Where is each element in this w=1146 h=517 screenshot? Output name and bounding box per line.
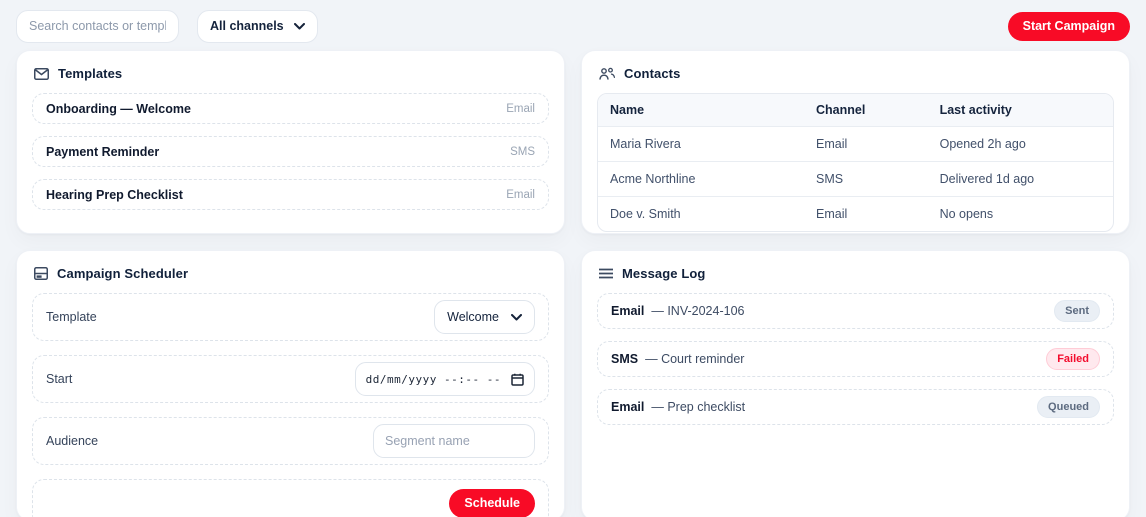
log-channel: SMS <box>611 352 638 366</box>
column-header-channel: Channel <box>804 94 928 127</box>
start-field-label: Start <box>46 372 72 386</box>
audience-field-row: Audience <box>32 417 549 465</box>
scheduler-form: Template Welcome Start dd/mm/yyyy --:-- … <box>32 293 549 517</box>
column-header-name: Name <box>598 94 804 127</box>
log-entry: Email — Prep checklist <box>611 400 745 414</box>
contact-channel: SMS <box>804 162 928 197</box>
log-channel: Email <box>611 304 644 318</box>
template-row[interactable]: Hearing Prep Checklist Email <box>32 179 549 210</box>
status-badge: Queued <box>1037 396 1100 418</box>
template-name: Onboarding — Welcome <box>46 102 191 116</box>
start-campaign-button[interactable]: Start Campaign <box>1008 12 1130 41</box>
contacts-table: Name Channel Last activity Maria Rivera … <box>597 93 1114 232</box>
scheduler-card-header: Campaign Scheduler <box>34 266 549 281</box>
templates-card-header: Templates <box>34 66 549 81</box>
users-icon <box>599 67 615 80</box>
schedule-button[interactable]: Schedule <box>449 489 535 517</box>
column-header-last-activity: Last activity <box>928 94 1113 127</box>
contacts-title: Contacts <box>624 66 680 81</box>
audience-field-label: Audience <box>46 434 98 448</box>
schedule-submit-row: Schedule <box>32 479 549 517</box>
contacts-card: Contacts Name Channel Last activity Mari… <box>581 50 1130 234</box>
template-channel: Email <box>506 189 535 201</box>
log-row[interactable]: Email — Prep checklist Queued <box>597 389 1114 425</box>
template-select[interactable]: Welcome <box>434 300 535 334</box>
table-row[interactable]: Acme Northline SMS Delivered 1d ago <box>598 162 1113 197</box>
log-row[interactable]: SMS — Court reminder Failed <box>597 341 1114 377</box>
message-log-list: Email — INV-2024-106 Sent SMS — Court re… <box>597 293 1114 425</box>
log-subject: — Court reminder <box>645 352 744 366</box>
top-bar: All channels Start Campaign <box>16 8 1130 44</box>
chevron-down-icon <box>294 19 305 33</box>
contact-last-activity: Delivered 1d ago <box>928 162 1113 197</box>
start-datetime-input[interactable]: dd/mm/yyyy --:-- -- <box>355 362 535 396</box>
contact-last-activity: No opens <box>928 197 1113 232</box>
log-subject: — INV-2024-106 <box>651 304 744 318</box>
scheduler-title: Campaign Scheduler <box>57 266 188 281</box>
contacts-table-head: Name Channel Last activity <box>598 94 1113 127</box>
log-entry: Email — INV-2024-106 <box>611 304 744 318</box>
log-subject: — Prep checklist <box>651 400 745 414</box>
templates-list: Onboarding — Welcome Email Payment Remin… <box>32 93 549 210</box>
status-badge: Sent <box>1054 300 1100 322</box>
dashboard-grid: Templates Onboarding — Welcome Email Pay… <box>16 50 1130 517</box>
template-select-value: Welcome <box>447 310 499 324</box>
log-row[interactable]: Email — INV-2024-106 Sent <box>597 293 1114 329</box>
contact-name: Maria Rivera <box>598 127 804 162</box>
start-field-row: Start dd/mm/yyyy --:-- -- <box>32 355 549 403</box>
contact-name: Acme Northline <box>598 162 804 197</box>
search-input[interactable] <box>16 10 179 43</box>
message-log-title: Message Log <box>622 266 705 281</box>
datetime-placeholder: dd/mm/yyyy --:-- -- <box>366 373 501 386</box>
campaign-scheduler-card: Campaign Scheduler Template Welcome Star… <box>16 250 565 517</box>
log-entry: SMS — Court reminder <box>611 352 744 366</box>
table-row[interactable]: Doe v. Smith Email No opens <box>598 197 1113 232</box>
contact-channel: Email <box>804 127 928 162</box>
template-name: Payment Reminder <box>46 145 159 159</box>
template-channel: SMS <box>510 146 535 158</box>
chevron-down-icon <box>511 310 522 324</box>
table-row[interactable]: Maria Rivera Email Opened 2h ago <box>598 127 1113 162</box>
channel-filter-value: All channels <box>210 19 284 33</box>
templates-title: Templates <box>58 66 122 81</box>
template-field-label: Template <box>46 310 97 324</box>
status-badge: Failed <box>1046 348 1100 370</box>
message-log-card: Message Log Email — INV-2024-106 Sent SM… <box>581 250 1130 517</box>
mail-icon <box>34 68 49 80</box>
calendar-icon[interactable] <box>511 373 524 386</box>
message-log-card-header: Message Log <box>599 266 1114 281</box>
template-field-row: Template Welcome <box>32 293 549 341</box>
contact-name: Doe v. Smith <box>598 197 804 232</box>
template-name: Hearing Prep Checklist <box>46 188 183 202</box>
rows-icon <box>34 267 48 280</box>
log-channel: Email <box>611 400 644 414</box>
contact-channel: Email <box>804 197 928 232</box>
audience-segment-input[interactable] <box>373 424 535 458</box>
channel-filter-select[interactable]: All channels <box>197 10 318 43</box>
list-icon <box>599 268 613 279</box>
template-channel: Email <box>506 103 535 115</box>
templates-card: Templates Onboarding — Welcome Email Pay… <box>16 50 565 234</box>
template-row[interactable]: Onboarding — Welcome Email <box>32 93 549 124</box>
contact-last-activity: Opened 2h ago <box>928 127 1113 162</box>
contacts-card-header: Contacts <box>599 66 1114 81</box>
template-row[interactable]: Payment Reminder SMS <box>32 136 549 167</box>
